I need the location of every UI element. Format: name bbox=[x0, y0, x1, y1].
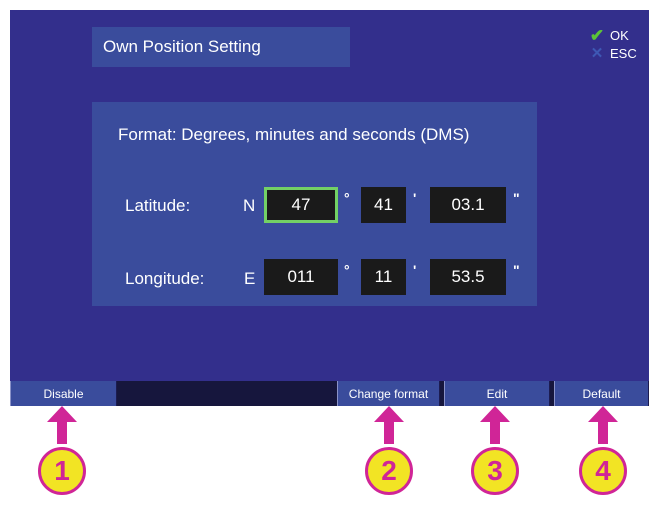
callout-badge-4: 4 bbox=[579, 447, 627, 495]
latitude-second-symbol: " bbox=[513, 190, 520, 206]
ok-label: OK bbox=[610, 28, 629, 43]
esc-label: ESC bbox=[610, 46, 637, 61]
change-format-button[interactable]: Change format bbox=[337, 381, 440, 406]
edit-button[interactable]: Edit bbox=[444, 381, 550, 406]
callout-badge-2: 2 bbox=[365, 447, 413, 495]
esc-action[interactable]: ✕ ESC bbox=[587, 45, 637, 63]
longitude-hemisphere: E bbox=[244, 269, 256, 288]
longitude-seconds-field[interactable]: 53.5 bbox=[430, 259, 506, 295]
longitude-label: Longitude: bbox=[125, 269, 205, 288]
latitude-degrees-field[interactable]: 47 bbox=[264, 187, 338, 223]
softkey-bar: Disable Change format Edit Default bbox=[10, 381, 649, 406]
check-icon: ✔ bbox=[589, 26, 605, 45]
latitude-minute-symbol: ' bbox=[413, 190, 417, 206]
longitude-degree-symbol: ° bbox=[344, 262, 350, 278]
longitude-minutes-field[interactable]: 11 bbox=[361, 259, 406, 295]
callout-badge-1: 1 bbox=[38, 447, 86, 495]
latitude-label: Latitude: bbox=[125, 196, 191, 215]
close-icon: ✕ bbox=[590, 45, 604, 62]
latitude-seconds-field[interactable]: 03.1 bbox=[430, 187, 506, 223]
ok-action[interactable]: ✔ OK bbox=[587, 27, 637, 45]
display-screen: Own Position Setting ✔ OK ✕ ESC Format: … bbox=[10, 10, 649, 381]
position-panel: Format: Degrees, minutes and seconds (DM… bbox=[92, 102, 537, 306]
longitude-degrees-field[interactable]: 011 bbox=[264, 259, 338, 295]
latitude-hemisphere: N bbox=[243, 196, 256, 215]
page-title: Own Position Setting bbox=[92, 27, 350, 67]
default-button[interactable]: Default bbox=[554, 381, 649, 406]
latitude-minutes-field[interactable]: 41 bbox=[361, 187, 406, 223]
longitude-minute-symbol: ' bbox=[413, 262, 417, 278]
longitude-second-symbol: " bbox=[513, 262, 520, 278]
callout-arrow-2 bbox=[374, 406, 404, 444]
format-label: Format: Degrees, minutes and seconds (DM… bbox=[118, 125, 470, 144]
callout-arrow-4 bbox=[588, 406, 618, 444]
callout-badge-3: 3 bbox=[471, 447, 519, 495]
callout-arrow-3 bbox=[480, 406, 510, 444]
callout-arrow-1 bbox=[47, 406, 77, 444]
latitude-degree-symbol: ° bbox=[344, 190, 350, 206]
disable-button[interactable]: Disable bbox=[10, 381, 117, 406]
ok-esc-legend: ✔ OK ✕ ESC bbox=[587, 27, 637, 63]
